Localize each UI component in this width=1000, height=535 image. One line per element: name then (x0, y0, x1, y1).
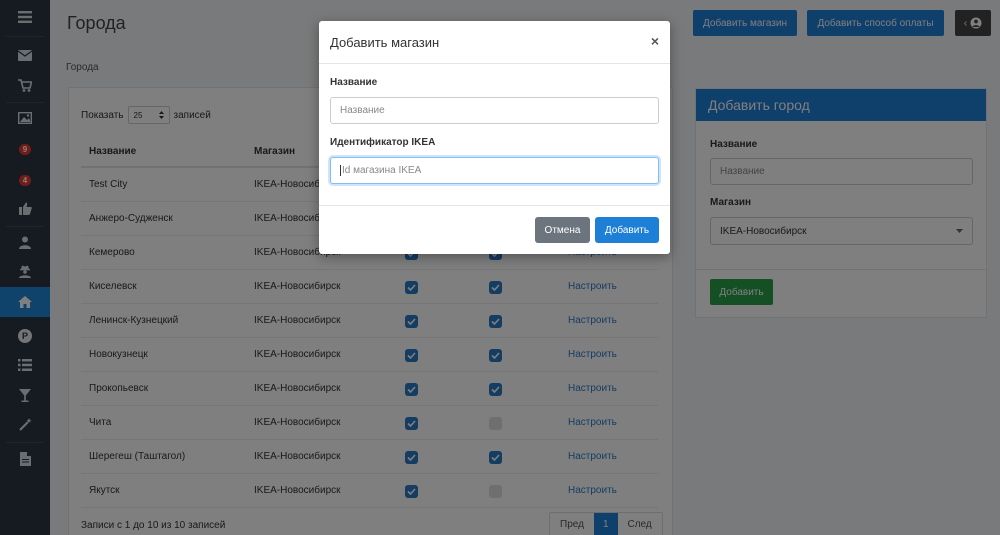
close-icon[interactable]: × (651, 33, 659, 49)
shop-name-input[interactable]: Название (330, 97, 659, 124)
ikea-id-label: Идентификатор IKEA (330, 137, 436, 148)
cancel-button[interactable]: Отмена (535, 217, 590, 243)
add-shop-submit-button[interactable]: Добавить (595, 217, 659, 243)
ikea-id-input[interactable]: Id магазина IKEA (330, 157, 659, 184)
add-shop-modal: Добавить магазин × Название Название Иде… (319, 21, 670, 254)
text-cursor (340, 165, 341, 176)
modal-title: Добавить магазин (319, 21, 670, 64)
shop-name-label: Название (330, 77, 378, 88)
